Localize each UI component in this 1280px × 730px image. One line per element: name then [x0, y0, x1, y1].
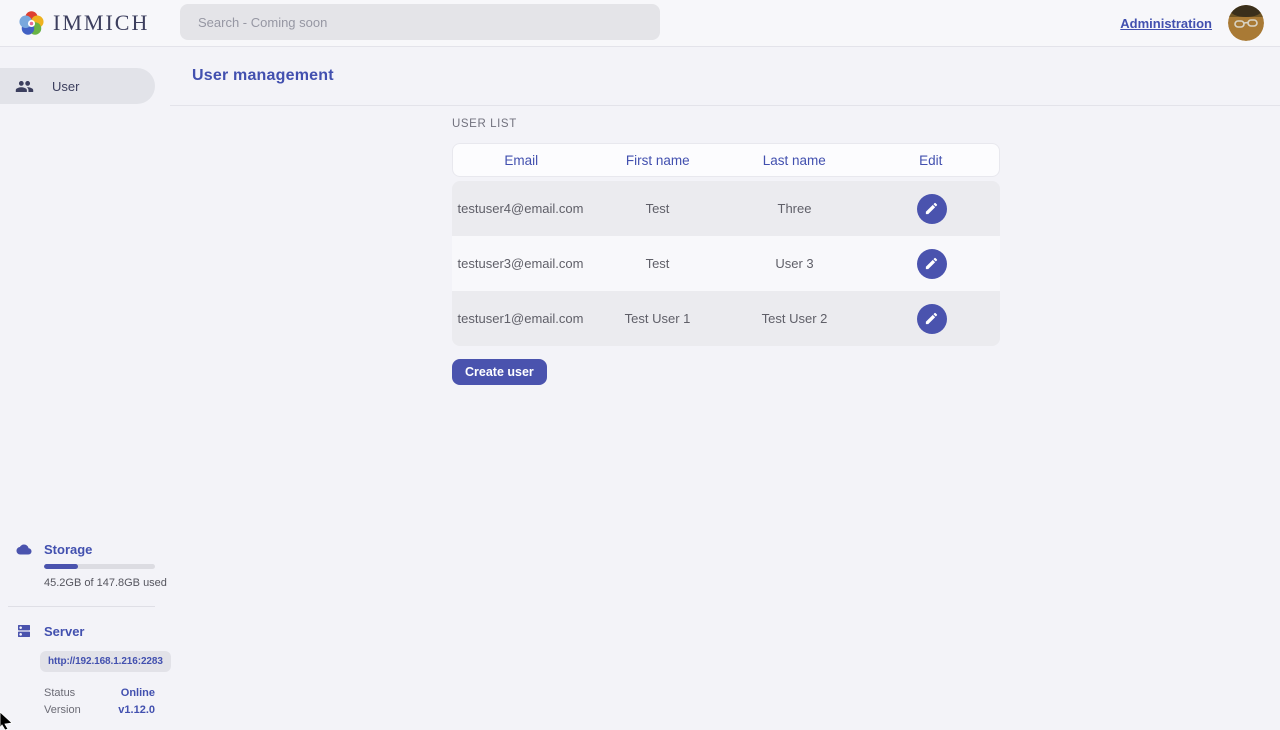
- sidebar-item-user[interactable]: User: [0, 68, 155, 104]
- server-status-label: Status: [44, 687, 75, 699]
- pencil-icon: [924, 201, 939, 216]
- cell-last-name: Three: [726, 201, 863, 216]
- table-row: testuser1@email.com Test User 1 Test Use…: [452, 291, 1000, 346]
- users-group-icon: [15, 77, 34, 96]
- sidebar-status-panel: Storage 45.2GB of 147.8GB used Server ht…: [0, 542, 170, 718]
- mouse-cursor-icon: [0, 710, 14, 730]
- edit-user-button[interactable]: [917, 249, 947, 279]
- user-list-label: USER LIST: [452, 118, 1000, 130]
- sidebar-item-label: User: [52, 79, 79, 94]
- top-header: IMMICH Administration: [0, 0, 1280, 47]
- table-row: testuser3@email.com Test User 3: [452, 236, 1000, 291]
- cell-email: testuser3@email.com: [452, 256, 589, 271]
- user-list-section: USER LIST Email First name Last name Edi…: [452, 118, 1000, 385]
- create-user-button[interactable]: Create user: [452, 359, 547, 385]
- sidebar-divider: [8, 606, 155, 607]
- cell-last-name: User 3: [726, 256, 863, 271]
- cloud-icon: [14, 542, 34, 557]
- main-content: User management USER LIST Email First na…: [170, 47, 1280, 730]
- edit-user-button[interactable]: [917, 194, 947, 224]
- server-url-badge: http://192.168.1.216:2283: [40, 651, 171, 672]
- title-bar: User management: [170, 47, 1280, 106]
- column-header-edit: Edit: [863, 153, 1000, 168]
- server-version-value: v1.12.0: [118, 704, 155, 716]
- storage-usage-text: 45.2GB of 147.8GB used: [44, 577, 170, 589]
- server-version-label: Version: [44, 704, 81, 716]
- cell-first-name: Test: [589, 201, 726, 216]
- table-row: testuser4@email.com Test Three: [452, 181, 1000, 236]
- cell-first-name: Test User 1: [589, 311, 726, 326]
- cell-first-name: Test: [589, 256, 726, 271]
- app-logo[interactable]: IMMICH: [18, 10, 149, 37]
- search-input[interactable]: [180, 4, 660, 40]
- server-title: Server: [44, 624, 84, 639]
- server-status-value: Online: [121, 687, 155, 699]
- table-body: testuser4@email.com Test Three testuser3…: [452, 181, 1000, 346]
- column-header-email: Email: [453, 153, 590, 168]
- table-header-row: Email First name Last name Edit: [452, 143, 1000, 177]
- sidebar: User Storage 45.2GB of 147.8GB used Serv…: [0, 47, 170, 730]
- page-title: User management: [192, 67, 334, 85]
- storage-progress-fill: [44, 564, 78, 569]
- server-icon: [14, 623, 34, 639]
- app-name: IMMICH: [53, 10, 149, 36]
- cell-email: testuser1@email.com: [452, 311, 589, 326]
- administration-link[interactable]: Administration: [1120, 16, 1212, 31]
- storage-progress-bar: [44, 564, 155, 569]
- pencil-icon: [924, 256, 939, 271]
- cell-email: testuser4@email.com: [452, 201, 589, 216]
- cell-last-name: Test User 2: [726, 311, 863, 326]
- avatar[interactable]: [1228, 5, 1264, 41]
- edit-user-button[interactable]: [917, 304, 947, 334]
- immich-flower-icon: [18, 10, 45, 37]
- pencil-icon: [924, 311, 939, 326]
- column-header-last-name: Last name: [726, 153, 863, 168]
- storage-title: Storage: [44, 542, 92, 557]
- column-header-first-name: First name: [590, 153, 727, 168]
